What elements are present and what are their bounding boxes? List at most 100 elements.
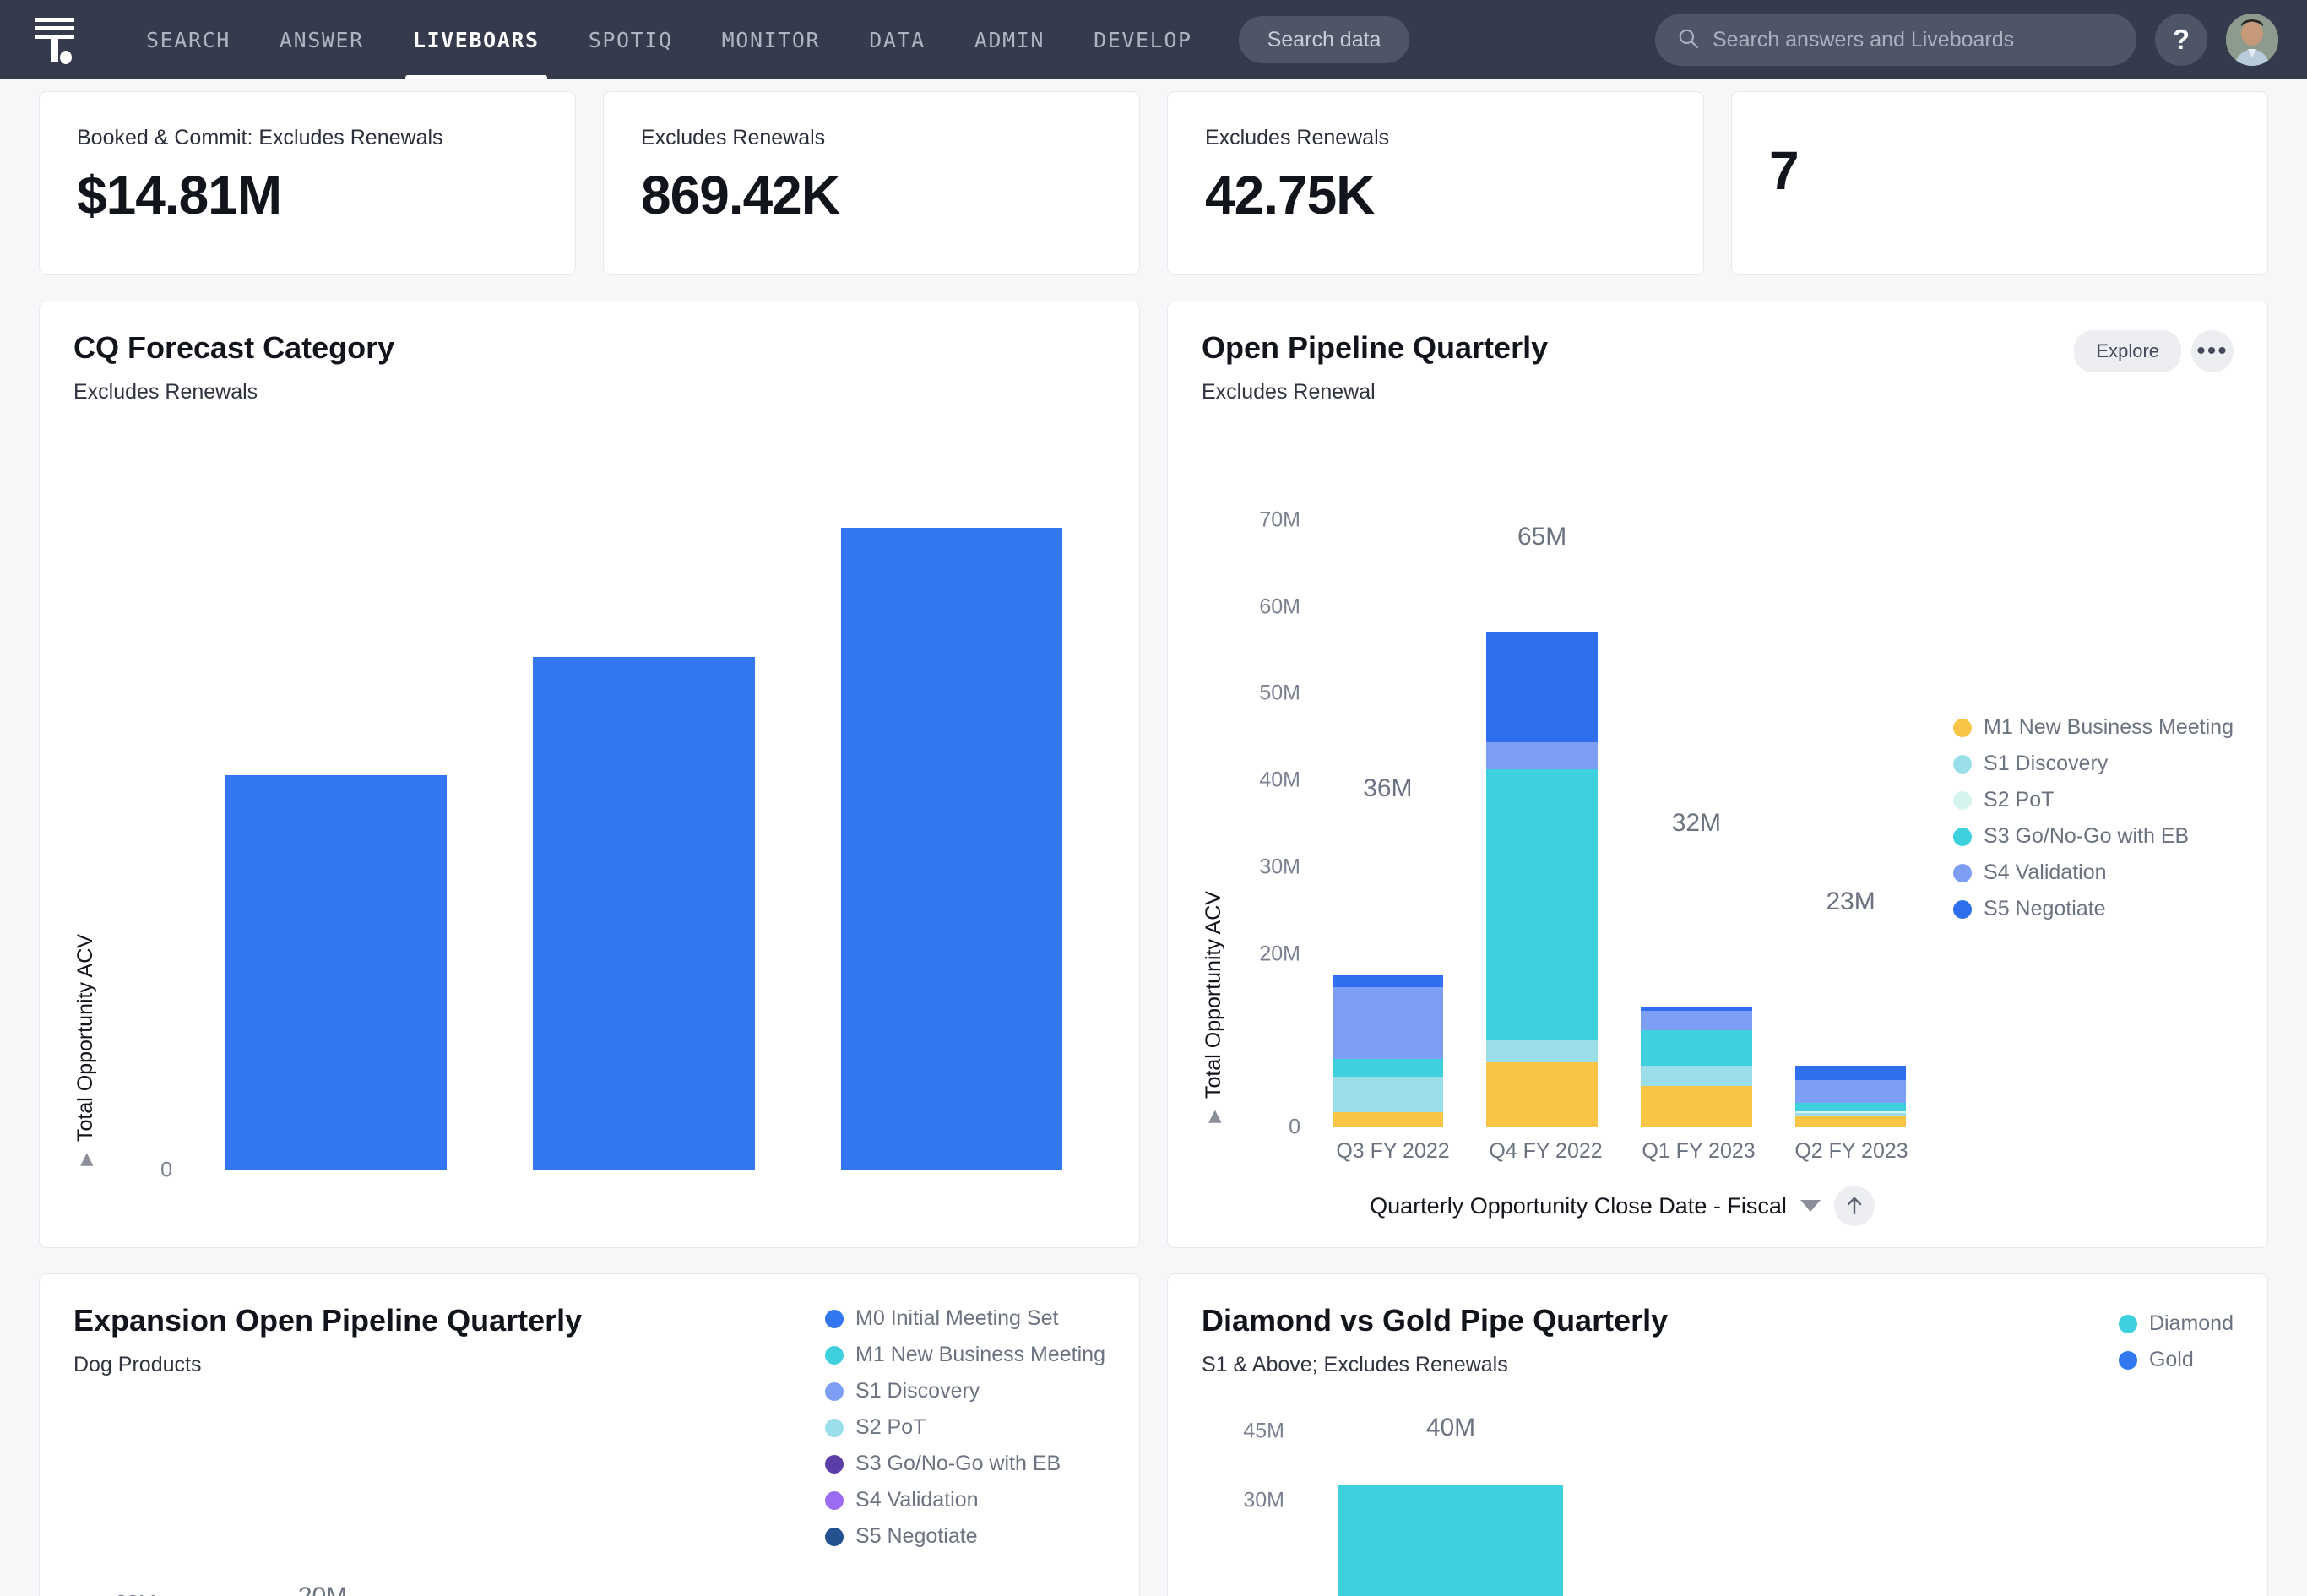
- search-input[interactable]: [1713, 27, 2114, 52]
- bar-segment[interactable]: [1332, 1077, 1444, 1113]
- card-actions: Explore •••: [2074, 330, 2234, 372]
- bar-segment[interactable]: [1794, 1065, 1907, 1080]
- bar-segment[interactable]: [1332, 1112, 1444, 1127]
- legend-item[interactable]: S3 Go/No-Go with EB: [825, 1452, 1105, 1476]
- card-subtitle: Excludes Renewals: [73, 380, 258, 404]
- legend-label: Diamond: [2148, 1311, 2234, 1335]
- bar-segment[interactable]: [1794, 1079, 1907, 1103]
- legend-item[interactable]: M1 New Business Meeting: [1953, 715, 2234, 740]
- card-open-pipeline-quarterly[interactable]: Open Pipeline Quarterly Excludes Renewal…: [1167, 301, 2268, 1248]
- bar-column[interactable]: 23M: [1773, 486, 1928, 1127]
- legend-label: S2 PoT: [1984, 788, 2055, 812]
- kpi-card-excludes-renewals-2[interactable]: Excludes Renewals 42.75K: [1167, 91, 1704, 275]
- legend-item[interactable]: S1 Discovery: [1953, 752, 2234, 776]
- legend-item[interactable]: Gold: [2118, 1348, 2234, 1372]
- legend-item[interactable]: S5 Negotiate: [1953, 897, 2234, 921]
- bar-segment[interactable]: [1486, 1062, 1598, 1127]
- nav-item-develop[interactable]: DEVELOP: [1069, 0, 1217, 79]
- bar-column[interactable]: 36M: [1311, 486, 1465, 1127]
- explore-button[interactable]: Explore: [2074, 330, 2181, 372]
- bar-column[interactable]: 40M: [1295, 1414, 1607, 1596]
- legend-item[interactable]: S2 PoT: [825, 1415, 1105, 1440]
- legend-item[interactable]: M1 New Business Meeting: [825, 1343, 1105, 1367]
- bar-column[interactable]: [798, 448, 1105, 1170]
- bar-segment[interactable]: [1486, 632, 1598, 743]
- kpi-card-booked-commit[interactable]: Booked & Commit: Excludes Renewals $14.8…: [39, 91, 576, 275]
- legend-open-pipeline: M1 New Business Meeting S1 Discovery S2 Po…: [1953, 715, 2234, 933]
- card-title: Diamond vs Gold Pipe Quarterly: [1202, 1303, 1669, 1338]
- chart-diamond-vs-gold[interactable]: 30M 45M 40M: [1202, 1414, 1607, 1596]
- y-axis-tick: 70M: [1259, 508, 1300, 532]
- stacked-bar[interactable]: [1486, 563, 1598, 1127]
- nav-item-monitor[interactable]: MONITOR: [698, 0, 845, 79]
- kpi-value: 869.42K: [641, 165, 840, 225]
- bar-segment[interactable]: [1794, 1102, 1907, 1111]
- bar-column[interactable]: 32M: [1620, 486, 1774, 1127]
- nav-item-search[interactable]: SEARCH: [122, 0, 255, 79]
- bar-segment[interactable]: [1486, 742, 1598, 770]
- kpi-card-count[interactable]: 7: [1731, 91, 2268, 275]
- legend-item[interactable]: S4 Validation: [1953, 860, 2234, 885]
- x-axis-labels-open-pipeline: Q3 FY 2022 Q4 FY 2022 Q1 FY 2023 Q2 FY 2023: [1316, 1139, 1928, 1164]
- legend-label: S1 Discovery: [1984, 752, 2109, 775]
- legend-item[interactable]: S2 PoT: [1953, 788, 2234, 812]
- thoughtspot-logo-icon[interactable]: [29, 14, 81, 66]
- help-button[interactable]: ?: [2155, 14, 2207, 66]
- bar[interactable]: [225, 775, 448, 1170]
- chart-open-pipeline-quarterly[interactable]: ▶ Total Opportunity ACV 0 20M 30M 40M 50M 60M…: [1202, 486, 1928, 1139]
- collapse-caret-icon[interactable]: ▶: [1204, 1107, 1224, 1127]
- legend-item[interactable]: M0 Initial Meeting Set: [825, 1306, 1105, 1331]
- legend-color-swatch: [825, 1454, 844, 1474]
- legend-label: S4 Validation: [1984, 860, 2107, 884]
- legend-item[interactable]: S3 Go/No-Go with EB: [1953, 824, 2234, 849]
- stacked-bar[interactable]: [1338, 1454, 1564, 1596]
- card-cq-forecast-category[interactable]: CQ Forecast Category Excludes Renewals ▶…: [39, 301, 1140, 1248]
- legend-item[interactable]: S5 Negotiate: [825, 1524, 1105, 1549]
- bar-segment[interactable]: [1641, 1086, 1752, 1127]
- stacked-bar[interactable]: [1794, 928, 1907, 1127]
- nav-items: SEARCH ANSWER LIVEBOARS SPOTIQ MONITOR D…: [122, 0, 1217, 79]
- bar-segment[interactable]: [1332, 986, 1444, 1059]
- global-search-box[interactable]: [1655, 14, 2136, 66]
- stacked-bar[interactable]: [1332, 815, 1444, 1127]
- nav-item-admin[interactable]: ADMIN: [950, 0, 1069, 79]
- bar-segment[interactable]: [1332, 975, 1444, 987]
- bar-column[interactable]: [490, 448, 797, 1170]
- collapse-caret-icon[interactable]: ▶: [76, 1150, 96, 1170]
- search-data-button[interactable]: Search data: [1238, 16, 1410, 63]
- bar-column[interactable]: 65M: [1465, 486, 1620, 1127]
- nav-item-data[interactable]: DATA: [844, 0, 950, 79]
- plot-area-open-pipeline: 36M 65M 32M 23M: [1311, 486, 1928, 1127]
- legend-item[interactable]: S1 Discovery: [825, 1379, 1105, 1403]
- legend-color-swatch: [2118, 1350, 2137, 1370]
- legend-label: M0 Initial Meeting Set: [855, 1306, 1059, 1330]
- kpi-card-excludes-renewals-1[interactable]: Excludes Renewals 869.42K: [603, 91, 1140, 275]
- bar-column[interactable]: [182, 448, 490, 1170]
- bar-segment[interactable]: [1794, 1116, 1907, 1127]
- sort-ascending-icon[interactable]: [1833, 1186, 1875, 1226]
- nav-item-liveboards[interactable]: LIVEBOARS: [388, 0, 564, 79]
- nav-item-answer[interactable]: ANSWER: [255, 0, 388, 79]
- stacked-bar[interactable]: [1641, 850, 1752, 1127]
- bar-segment[interactable]: [1486, 769, 1598, 1040]
- bar-segment[interactable]: [1641, 1011, 1752, 1030]
- more-options-icon[interactable]: •••: [2191, 330, 2234, 372]
- legend-item[interactable]: S4 Validation: [825, 1488, 1105, 1512]
- bar-segment[interactable]: [1641, 1065, 1752, 1087]
- bar[interactable]: [840, 527, 1062, 1170]
- chevron-down-icon[interactable]: [1799, 1200, 1821, 1212]
- bar-segment[interactable]: [1332, 1058, 1444, 1078]
- chart-cq-forecast-category[interactable]: ▶ Total Opportunity ACV 02M4M6M8M10M12M: [73, 448, 1105, 1182]
- card-header: Open Pipeline Quarterly Excludes Renewal…: [1202, 330, 2234, 404]
- card-expansion-open-pipeline[interactable]: Expansion Open Pipeline Quarterly Dog Pr…: [39, 1273, 1140, 1596]
- bar-segment[interactable]: [1486, 1040, 1598, 1063]
- card-diamond-vs-gold[interactable]: Diamond vs Gold Pipe Quarterly S1 & Abov…: [1167, 1273, 2268, 1596]
- bar-segment[interactable]: [1338, 1485, 1564, 1596]
- legend-item[interactable]: Diamond: [2118, 1311, 2234, 1336]
- bar-segment[interactable]: [1641, 1029, 1752, 1066]
- card-header: CQ Forecast Category Excludes Renewals: [73, 330, 1105, 404]
- nav-item-spotiq[interactable]: SPOTIQ: [564, 0, 698, 79]
- y-axis-tick: 22M: [115, 1592, 156, 1596]
- avatar[interactable]: [2226, 14, 2278, 66]
- bar[interactable]: [533, 657, 755, 1170]
